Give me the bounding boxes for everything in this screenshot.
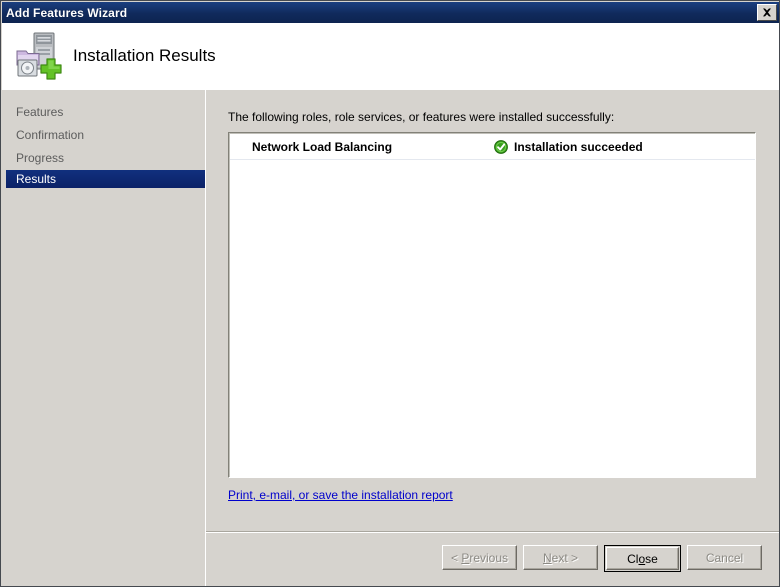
close-button-face: Close: [606, 547, 679, 570]
page-title: Installation Results: [73, 46, 216, 65]
next-button[interactable]: Next >: [523, 545, 598, 570]
sidebar-item-progress[interactable]: Progress: [2, 147, 205, 170]
close-button[interactable]: Close: [604, 545, 681, 572]
previous-button[interactable]: < Previous: [442, 545, 517, 570]
next-button-label: Next >: [542, 550, 579, 565]
footer-divider-highlight: [206, 532, 779, 533]
title-bar: Add Features Wizard: [2, 2, 779, 23]
installation-results-panel: Network Load Balancing Installation succ…: [228, 132, 756, 478]
close-icon[interactable]: [757, 4, 777, 21]
cancel-button[interactable]: Cancel: [687, 545, 762, 570]
print-email-save-report-link[interactable]: Print, e-mail, or save the installation …: [228, 488, 453, 502]
result-status-group: Installation succeeded: [494, 140, 643, 154]
sidebar-item-results[interactable]: Results: [6, 170, 206, 188]
cancel-button-label: Cancel: [705, 550, 744, 565]
close-button-label: Close: [627, 551, 658, 566]
success-check-icon: [494, 139, 508, 154]
button-bar: < Previous Next > Close Cancel: [206, 531, 779, 586]
result-feature-name: Network Load Balancing: [252, 139, 393, 154]
sidebar-item-confirmation[interactable]: Confirmation: [2, 124, 205, 147]
intro-text: The following roles, role services, or f…: [228, 110, 615, 124]
table-row: Network Load Balancing Installation succ…: [230, 134, 755, 160]
add-features-server-icon: [11, 29, 65, 83]
window-title: Add Features Wizard: [6, 5, 128, 20]
sidebar-item-features[interactable]: Features: [2, 101, 205, 124]
content-pane: The following roles, role services, or f…: [206, 90, 779, 531]
results-list: Network Load Balancing Installation succ…: [229, 133, 755, 477]
add-features-wizard-window: Add Features Wizard Installation Results…: [0, 0, 780, 587]
footer-button-group: < Previous Next > Close Cancel: [206, 545, 779, 572]
header-banner: Installation Results: [2, 23, 779, 89]
wizard-steps-sidebar: Features Confirmation Progress Results: [2, 90, 206, 586]
previous-button-label: < Previous: [450, 550, 509, 565]
result-status-text: Installation succeeded: [514, 139, 643, 154]
